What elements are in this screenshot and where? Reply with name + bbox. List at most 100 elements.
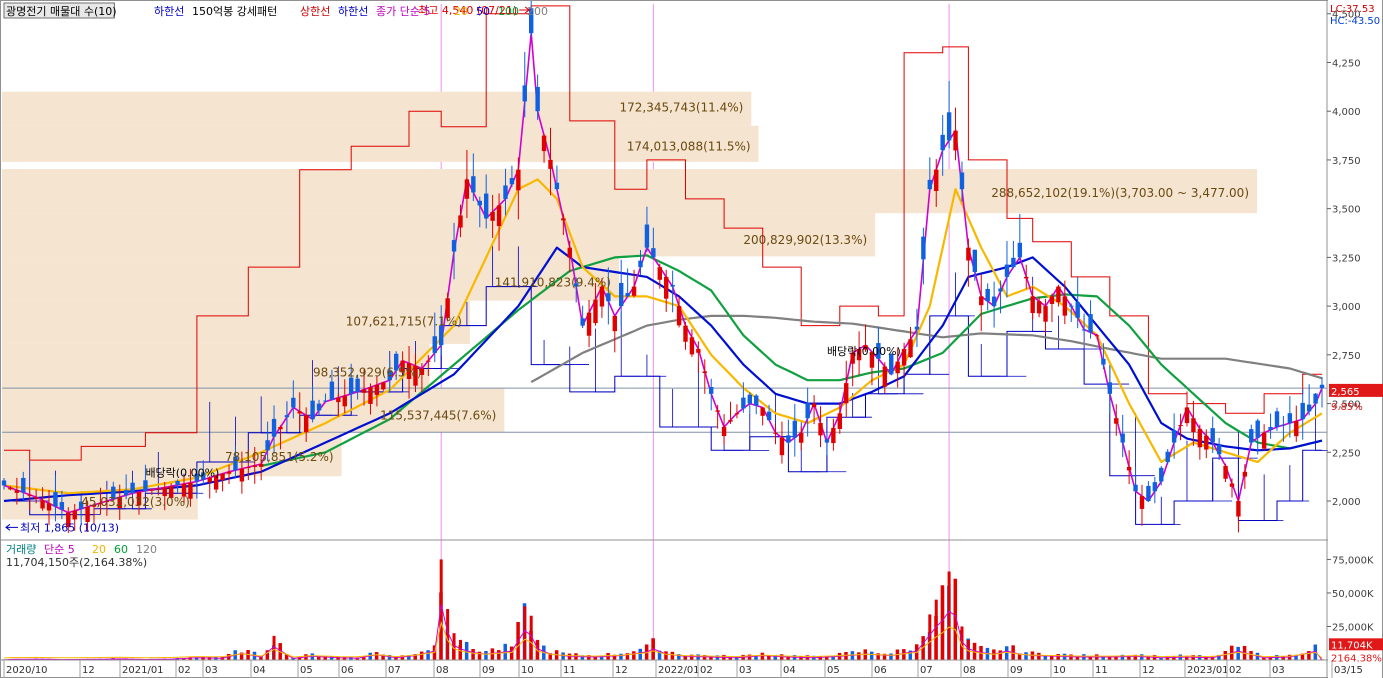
candle-body-169 — [1088, 314, 1093, 333]
candle-body-55 — [355, 378, 360, 392]
candle-body-198 — [1274, 411, 1280, 427]
candle-body-57 — [368, 387, 373, 404]
candle-body-168 — [1081, 329, 1087, 331]
candle-body-151 — [972, 249, 978, 272]
annotation-2: 배당락(0.00%) — [145, 467, 219, 480]
candle-body-137 — [882, 366, 888, 387]
volume-bar-77 — [497, 650, 501, 660]
candle-body-204 — [1313, 393, 1318, 404]
candle-body-59 — [381, 382, 386, 390]
volume-spike-49 — [934, 599, 938, 660]
candle-body-172 — [1107, 382, 1113, 394]
candle-body-3 — [21, 477, 26, 493]
candle-body-71 — [458, 215, 463, 228]
x-tick-label-0: 2020/10 — [6, 665, 48, 676]
candle-body-0 — [1, 480, 7, 486]
candle-body-41 — [265, 440, 270, 451]
candle-body-185 — [1191, 418, 1196, 433]
candle-body-158 — [1017, 242, 1023, 258]
price-legend-6: 20 — [454, 5, 468, 18]
candle-body-96 — [619, 282, 624, 307]
volume-bar-156 — [1004, 646, 1009, 660]
candle-body-114 — [734, 413, 740, 415]
price-tick-label-4: 3,000 — [1332, 302, 1361, 313]
candle-body-174 — [1120, 433, 1125, 443]
candle-body-154 — [991, 296, 997, 307]
candle-body-51 — [329, 381, 335, 400]
candle-body-170 — [1094, 335, 1100, 337]
candle-body-27 — [175, 481, 180, 486]
candle-body-111 — [715, 410, 720, 412]
x-tick-label-23: 10 — [1053, 665, 1066, 676]
candle-body-166 — [1069, 305, 1074, 307]
candle-body-6 — [40, 500, 45, 509]
candle-body-171 — [1101, 358, 1106, 365]
candle-body-88 — [567, 247, 572, 258]
candle-body-147 — [946, 112, 952, 141]
candle-body-67 — [432, 336, 437, 353]
volume-bar-103 — [664, 651, 668, 660]
x-tick-label-13: 12 — [615, 665, 628, 676]
volume-profile-label-3: 200,829,902(13.3%) — [743, 233, 867, 247]
candle-body-108 — [696, 348, 701, 353]
x-tick-label-12: 11 — [563, 665, 576, 676]
candle-body-54 — [348, 377, 354, 394]
volume-spike-48 — [928, 614, 932, 660]
candle-body-87 — [561, 218, 566, 221]
price-tick-label-8: 4,000 — [1332, 107, 1361, 118]
price-legend-5: 종가 단순 5 — [376, 5, 430, 18]
volume-bar-194 — [1249, 651, 1253, 660]
candle-body-90 — [580, 318, 585, 326]
volume-info: 11,704,150주(2,164.38%) — [6, 556, 147, 569]
volume-legend-2: 20 — [92, 543, 106, 556]
x-tick-label-21: 08 — [963, 665, 976, 676]
candle-body-126 — [811, 403, 817, 407]
current-volume-label: 11,704K — [1331, 640, 1373, 651]
candle-body-194 — [1249, 429, 1254, 443]
x-tick-label-4: 03 — [205, 665, 218, 676]
candle-body-45 — [291, 397, 296, 408]
current-volume-pct: 2164.38% — [1331, 653, 1382, 664]
candle-body-128 — [824, 439, 830, 443]
stock-chart[interactable]: 172,345,743(11.4%) 174,013,088(11.5%) 288,… — [0, 0, 1383, 678]
candle-body-22 — [143, 480, 148, 491]
candle-body-78 — [503, 185, 508, 199]
candle-body-164 — [1056, 286, 1061, 303]
current-price-pct: 9.85% — [1331, 402, 1363, 413]
candle-body-112 — [721, 426, 727, 437]
candle-body-129 — [831, 427, 836, 444]
candle-body-1 — [8, 487, 13, 490]
candle-body-125 — [805, 402, 810, 419]
candle-body-58 — [374, 384, 380, 395]
volume-profile-label-0: 172,345,743(11.4%) — [619, 100, 743, 114]
volume-spike-23 — [458, 639, 462, 660]
volume-bar-118 — [760, 652, 765, 660]
candle-body-104 — [670, 285, 675, 287]
volume-profile-label-9: 45,032,032(3.0%) — [81, 495, 190, 509]
candle-body-9 — [59, 502, 65, 510]
lc-label: LC:37.53 — [1330, 4, 1375, 15]
x-tick-label-16: 03 — [739, 665, 752, 676]
candle-body-34 — [220, 473, 225, 481]
volume-tick-label-0: 25,000K — [1332, 622, 1374, 633]
candle-body-140 — [901, 348, 907, 366]
candle-body-23 — [149, 489, 155, 491]
candle-body-94 — [606, 293, 611, 302]
price-tick-label-0: 2,000 — [1332, 497, 1361, 508]
candle-body-5 — [33, 497, 39, 499]
volume-bar-190 — [1223, 650, 1228, 660]
hc-label: HC:-43.50 — [1330, 16, 1380, 27]
price-legend-4: 하한선 — [338, 4, 368, 18]
x-tick-label-18: 05 — [827, 665, 840, 676]
volume-tick-label-1: 50,000K — [1332, 589, 1374, 600]
candle-body-143 — [921, 236, 926, 260]
x-tick-label-28: 03 — [1272, 665, 1285, 676]
candle-body-56 — [361, 389, 367, 393]
candle-body-162 — [1043, 306, 1048, 322]
candle-body-99 — [638, 260, 643, 268]
candle-body-46 — [297, 411, 302, 414]
price-tick-label-6: 3,500 — [1332, 205, 1361, 216]
candle-body-179 — [1152, 482, 1158, 492]
price-tick-label-3: 2,750 — [1332, 351, 1361, 362]
volume-profile-label-1: 174,013,088(11.5%) — [627, 139, 751, 153]
